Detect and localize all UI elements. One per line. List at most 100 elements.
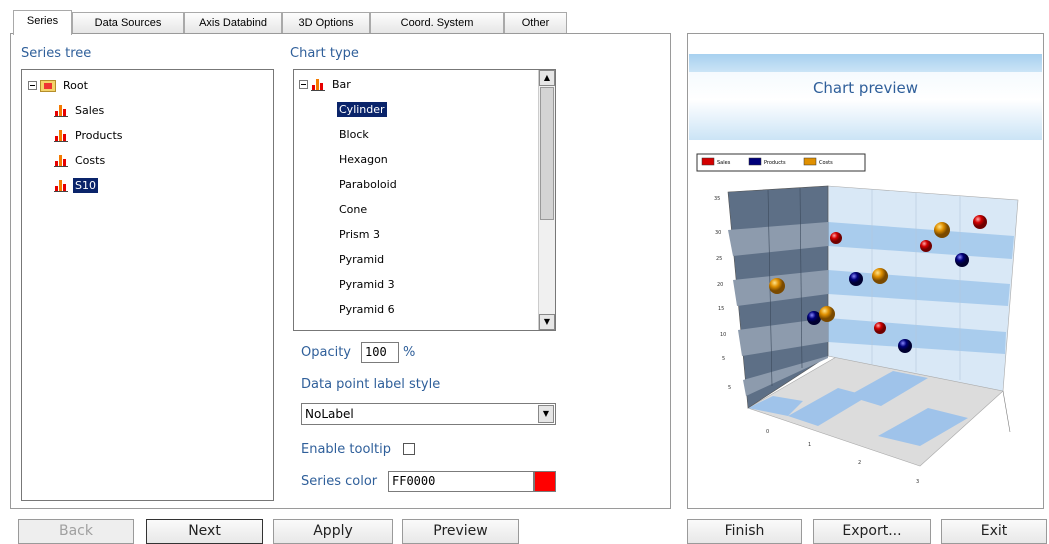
tree-item-label: Products — [75, 129, 123, 142]
tab-axis-databind[interactable]: Axis Databind — [184, 12, 282, 33]
chart-type-pyramid[interactable]: Pyramid — [337, 252, 386, 267]
label-style-select[interactable]: NoLabel ▼ — [301, 403, 556, 425]
chart-type-list[interactable]: Bar Cylinder Block Hexagon Paraboloid Co… — [293, 69, 556, 331]
x-tick-label: 2 — [858, 460, 861, 466]
data-point-sphere — [934, 222, 950, 238]
series-tree[interactable]: Root Sales Products Costs S10 — [21, 69, 274, 501]
y-tick-label: 30 — [715, 230, 721, 236]
tab-other[interactable]: Other — [504, 12, 567, 33]
label-style-label: Data point label style — [301, 377, 441, 392]
tab-series[interactable]: Series — [13, 10, 72, 35]
preview-header-band — [689, 54, 1042, 72]
y-tick-label: 5 — [728, 385, 731, 391]
y-tick-label: 20 — [717, 282, 723, 288]
bar-chart-icon — [54, 129, 68, 142]
data-point-sphere — [769, 278, 785, 294]
series-color-input[interactable]: FF0000 — [388, 471, 534, 492]
preview-title: Chart preview — [812, 79, 919, 97]
opacity-unit: % — [403, 345, 416, 360]
data-point-sphere — [973, 215, 987, 229]
tree-item-label: S10 — [73, 178, 98, 193]
chart-type-cylinder[interactable]: Cylinder — [337, 102, 387, 117]
export-button[interactable]: Export... — [813, 519, 931, 544]
bar-chart-icon — [311, 78, 325, 91]
chevron-down-icon[interactable]: ▼ — [538, 405, 554, 423]
x-tick-label: 1 — [808, 442, 811, 448]
y-tick-label: 10 — [720, 332, 726, 338]
data-point-sphere — [807, 311, 821, 325]
data-point-sphere — [874, 322, 886, 334]
back-button[interactable]: Back — [18, 519, 134, 544]
apply-button[interactable]: Apply — [273, 519, 393, 544]
scroll-down-arrow-icon[interactable]: ▼ — [539, 314, 555, 330]
folder-icon — [40, 79, 56, 92]
opacity-input[interactable]: 100 — [361, 342, 399, 363]
chart-type-label: Cylinder — [337, 102, 387, 117]
data-point-sphere — [830, 232, 842, 244]
x-tick-label: 0 — [766, 429, 769, 435]
legend-swatch — [748, 157, 762, 166]
chart-type-scrollbar[interactable]: ▲ ▼ — [538, 70, 555, 330]
series-color-swatch[interactable] — [534, 471, 556, 492]
tree-item-sales[interactable]: Sales — [54, 103, 106, 118]
collapse-icon[interactable] — [28, 81, 37, 90]
chart-type-paraboloid[interactable]: Paraboloid — [337, 177, 399, 192]
chart-type-label: Pyramid — [339, 253, 385, 266]
chart-type-label: Block — [339, 128, 369, 141]
legend-swatch — [701, 157, 715, 166]
tab-3d-options[interactable]: 3D Options — [282, 12, 370, 33]
y-tick-label: 35 — [714, 196, 720, 202]
tree-item-costs[interactable]: Costs — [54, 153, 107, 168]
chart-type-heading: Chart type — [290, 46, 359, 61]
tree-item-label: Sales — [75, 104, 105, 117]
chart-type-label: Prism 3 — [339, 228, 380, 241]
label-style-value: NoLabel — [305, 407, 354, 421]
tooltip-checkbox[interactable] — [403, 443, 415, 455]
data-point-sphere — [920, 240, 932, 252]
legend-label: Products — [764, 160, 786, 166]
scrollbar-thumb[interactable] — [540, 87, 554, 220]
tooltip-label: Enable tooltip — [301, 442, 391, 457]
data-point-sphere — [872, 268, 888, 284]
chart-type-pyramid-3[interactable]: Pyramid 3 — [337, 277, 397, 292]
exit-button[interactable]: Exit — [941, 519, 1047, 544]
collapse-icon[interactable] — [299, 80, 308, 89]
y-tick-label: 5 — [722, 356, 725, 362]
opacity-label: Opacity — [301, 345, 352, 360]
y-tick-label: 15 — [718, 306, 724, 312]
chart-type-label: Hexagon — [339, 153, 388, 166]
x-tick-label: 3 — [916, 479, 919, 485]
scroll-up-arrow-icon[interactable]: ▲ — [539, 70, 555, 86]
preview-title-band-lower — [689, 100, 1042, 140]
series-color-label: Series color — [301, 474, 378, 489]
chart-type-label: Pyramid 6 — [339, 303, 395, 316]
next-button[interactable]: Next — [146, 519, 263, 544]
chart-group-label: Bar — [332, 78, 351, 91]
chart-type-label: Paraboloid — [339, 178, 397, 191]
tree-root[interactable]: Root — [28, 78, 90, 93]
chart-type-cone[interactable]: Cone — [337, 202, 369, 217]
bar-chart-icon — [54, 179, 68, 192]
series-tree-heading: Series tree — [21, 46, 92, 61]
y-tick-label: 25 — [716, 256, 722, 262]
preview-button[interactable]: Preview — [402, 519, 519, 544]
data-point-sphere — [898, 339, 912, 353]
data-point-sphere — [955, 253, 969, 267]
chart-type-label: Cone — [339, 203, 368, 216]
tree-item-products[interactable]: Products — [54, 128, 125, 143]
chart-preview-panel: Chart preview Sales Products Costs 5 5 1… — [687, 33, 1044, 509]
depth-axis — [1002, 390, 1011, 433]
chart-group-bar[interactable]: Bar — [299, 77, 353, 92]
chart-type-pyramid-6[interactable]: Pyramid 6 — [337, 302, 397, 317]
tab-data-sources[interactable]: Data Sources — [72, 12, 184, 33]
chart-type-label: Pyramid 3 — [339, 278, 395, 291]
tree-item-s10[interactable]: S10 — [54, 178, 98, 193]
finish-button[interactable]: Finish — [687, 519, 802, 544]
chart-type-block[interactable]: Block — [337, 127, 371, 142]
tree-item-label: Costs — [75, 154, 106, 167]
data-point-sphere — [819, 306, 835, 322]
tab-coord-system[interactable]: Coord. System — [370, 12, 504, 33]
chart-type-hexagon[interactable]: Hexagon — [337, 152, 390, 167]
tree-root-label: Root — [63, 79, 88, 92]
chart-type-prism-3[interactable]: Prism 3 — [337, 227, 382, 242]
